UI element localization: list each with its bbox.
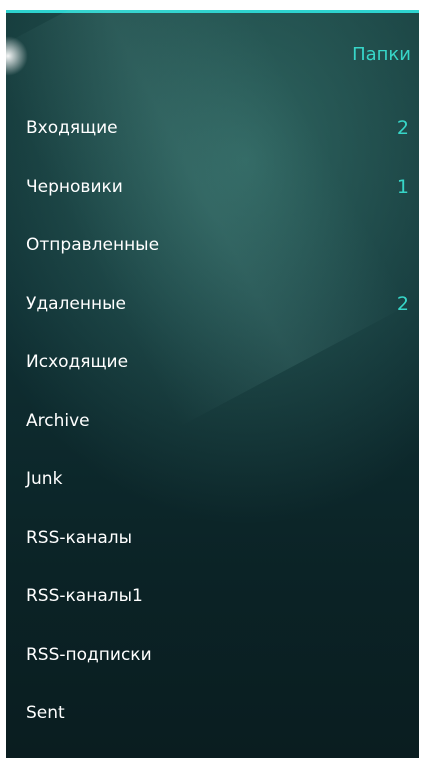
folder-item-sent[interactable]: Sent <box>6 684 419 743</box>
folder-item-inbox[interactable]: Входящие 2 <box>6 99 419 158</box>
folder-label: Junk <box>26 469 63 490</box>
folder-label: RSS-подписки <box>26 644 152 665</box>
folder-item-deleted[interactable]: Удаленные 2 <box>6 275 419 334</box>
folder-label: Входящие <box>26 118 118 139</box>
folder-item-sent-ru[interactable]: Отправленные <box>6 216 419 275</box>
folder-label: RSS-каналы <box>26 527 133 548</box>
unread-count: 2 <box>396 292 409 315</box>
folder-item-rss-channels[interactable]: RSS-каналы <box>6 509 419 568</box>
unread-count: 1 <box>396 175 409 198</box>
folders-panel: Папки Входящие 2 Черновики 1 Отправленны… <box>6 10 419 758</box>
folders-screen: Папки Входящие 2 Черновики 1 Отправленны… <box>0 0 425 758</box>
folder-label: Sent <box>26 703 65 724</box>
folder-item-junk[interactable]: Junk <box>6 450 419 509</box>
folder-item-outbox[interactable]: Исходящие <box>6 333 419 392</box>
folder-label: Удаленные <box>26 293 126 314</box>
folder-label: Archive <box>26 410 90 431</box>
folder-label: RSS-каналы1 <box>26 586 143 607</box>
folder-label: Черновики <box>26 176 123 197</box>
folder-item-rss-channels-1[interactable]: RSS-каналы1 <box>6 567 419 626</box>
unread-count: 2 <box>396 117 409 140</box>
folder-item-rss-subscriptions[interactable]: RSS-подписки <box>6 626 419 685</box>
page-title: Папки <box>352 44 411 65</box>
folder-list: Входящие 2 Черновики 1 Отправленные Удал… <box>6 99 419 743</box>
folder-label: Исходящие <box>26 352 129 373</box>
folder-item-archive[interactable]: Archive <box>6 392 419 451</box>
folder-label: Отправленные <box>26 235 160 256</box>
folder-item-drafts[interactable]: Черновики 1 <box>6 158 419 217</box>
